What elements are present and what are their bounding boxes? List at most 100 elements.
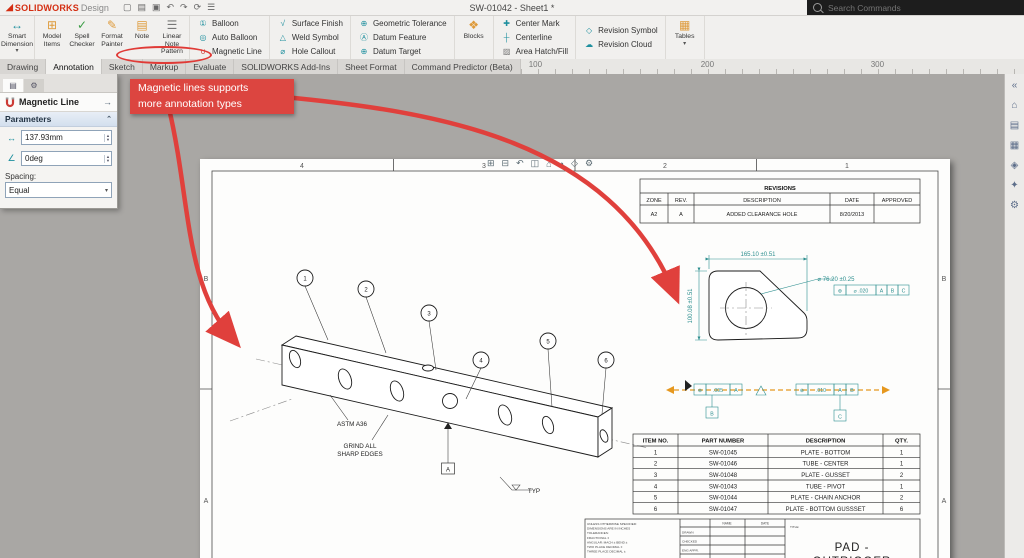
tab-annotation[interactable]: Annotation [46,59,102,74]
feature-control-frame[interactable]: ⊕ ⌀ .020 A B C [834,285,909,295]
angle-spinner[interactable]: ▲▼ [104,155,111,163]
model-items-button[interactable]: ⊞ Model Items [37,16,67,58]
balloon-button[interactable]: ① Balloon [194,17,265,30]
magnetic-line-row[interactable]: ⊕ .005 A ⊕ .010 A B [666,380,890,421]
drawing-sheet[interactable]: .ln{stroke:#4a4a4a;stroke-width:0.8;fill… [200,159,950,558]
height-dimension[interactable]: 100.08 ±0.51 [688,288,694,324]
tab-drawing[interactable]: Drawing [0,59,46,74]
file-explorer-icon[interactable]: ▦ [1010,140,1019,151]
tab-evaluate[interactable]: Evaluate [186,59,234,74]
gdt-frame-left[interactable]: ⊕ .005 A [694,384,742,395]
spell-checker-button[interactable]: ✓ Spell Checker [67,16,97,58]
custom-properties-icon[interactable]: ⚙ [1010,200,1019,211]
undo-icon[interactable]: ↶ [166,2,174,13]
graphics-area[interactable]: .ln{stroke:#4a4a4a;stroke-width:0.8;fill… [0,74,1005,558]
hide-show-items-icon[interactable]: ◇ [571,158,578,169]
rebuild-icon[interactable]: ⟳ [194,2,202,13]
auto-balloon-button[interactable]: ◎ Auto Balloon [194,31,265,44]
centerline-button[interactable]: ┼ Centerline [498,31,571,44]
configuration-tab[interactable]: ⚙ [24,79,44,92]
tab-sheet-format[interactable]: Sheet Format [338,59,405,74]
detail-view[interactable]: 165.10 ±0.51 100.08 ±0.51 ⌀ 76.20 ±0.25 [688,252,909,340]
revision-symbol-button[interactable]: ◇ Revision Symbol [580,24,661,37]
save-icon[interactable]: ▣ [152,2,161,13]
geometric-tolerance-button[interactable]: ⊕ Geometric Tolerance [355,17,450,30]
magnetic-line-arrow-icon [882,386,890,394]
tables-button[interactable]: ▦ Tables ▾ [668,16,702,58]
view-orientation-icon[interactable]: ⌂ [546,159,551,169]
property-manager-tab[interactable]: ▤ [3,79,23,92]
linear-note-pattern-button[interactable]: ☰ Linear Note Pattern [157,16,187,58]
datum-target-button[interactable]: ⊕ Datum Target [355,45,450,58]
bom-cell: TUBE - PIVOT [806,484,846,490]
collapse-pane-icon[interactable]: « [1012,80,1018,91]
bom-header: ITEM NO. [643,439,669,445]
weld-symbol-button[interactable]: △ Weld Symbol [274,31,346,44]
parameters-section-header[interactable]: Parameters ⌃ [0,112,117,127]
zoom-fit-icon[interactable]: ⊞ [487,158,495,169]
angle-input[interactable]: 0deg ▲▼ [21,151,112,166]
task-pane: « ⌂ ▤ ▦ ◈ ✦ ⚙ [1004,74,1024,558]
bom-table[interactable]: ITEM NO. PART NUMBER DESCRIPTION QTY. 1 … [633,434,920,514]
tab-command-predictor[interactable]: Command Predictor (Beta) [405,59,521,74]
width-dimension[interactable]: 165.10 ±0.51 [741,252,777,258]
design-library-icon[interactable]: ▤ [1010,120,1019,131]
help-arrow-icon[interactable]: → [103,97,112,107]
bom-cell: SW-01048 [709,473,738,479]
options-icon[interactable]: ☰ [207,2,215,13]
format-painter-button[interactable]: ✎ Format Painter [97,16,127,58]
fcf-value: .010 [816,388,826,394]
display-style-icon[interactable]: ◔ [559,159,564,169]
redo-icon[interactable]: ↷ [180,2,188,13]
center-mark-icon: ✚ [501,19,513,28]
hole-dimension[interactable]: ⌀ 76.20 ±0.25 [818,277,856,283]
balloon-label: Balloon [212,19,239,28]
hole-callout-button[interactable]: ⌀ Hole Callout [274,45,346,58]
surface-finish-button[interactable]: √ Surface Finish [274,17,346,30]
zoom-area-icon[interactable]: ⊟ [502,158,510,169]
resources-icon[interactable]: ⌂ [1011,100,1017,111]
section-view-icon[interactable]: ◫ [531,158,540,169]
tolerance-note: DIMENSIONS ARE IN INCHES [587,527,630,531]
revision-cloud-button[interactable]: ☁ Revision Cloud [580,38,661,51]
datum-flag-c[interactable]: C [834,395,846,421]
smart-dimension-button[interactable]: ↔ Smart Dimension ▾ [2,16,32,58]
length-input[interactable]: 137.93mm ▲▼ [21,130,112,145]
view-settings-icon[interactable]: ⚙ [585,158,593,169]
tab-sketch[interactable]: Sketch [102,59,143,74]
revisions-table[interactable]: REVISIONS ZONE REV. DESCRIPTION DATE APP… [640,179,920,223]
length-spinner[interactable]: ▲▼ [104,134,111,142]
view-palette-icon[interactable]: ◈ [1011,160,1019,171]
fcf-datum: A [880,289,884,295]
isometric-view[interactable]: 1 2 3 4 5 6 A [230,270,648,495]
appearances-icon[interactable]: ✦ [1010,180,1018,191]
area-hatch-fill-button[interactable]: ▨ Area Hatch/Fill [498,45,571,58]
datum-flag-b[interactable]: B [706,395,718,418]
datum-feature-icon: Ⓐ [358,32,370,43]
rev-header: DATE [845,198,860,204]
tab-solidworks-addins[interactable]: SOLIDWORKS Add-Ins [234,59,338,74]
datum-feature-button[interactable]: Ⓐ Datum Feature [355,31,450,44]
tolerance-note: UNLESS OTHERWISE SPECIFIED: [587,522,637,526]
spacing-dropdown[interactable]: Equal ▾ [5,182,112,198]
note-text: TYP [528,488,540,495]
center-mark-button[interactable]: ✚ Center Mark [498,17,571,30]
angle-icon: ∠ [5,153,18,164]
titlebar: ◢ SOLIDWORKS Design ▢ ▤ ▣ ↶ ↷ ⟳ ☰ SW-010… [0,0,1024,16]
typ-note[interactable]: TYP [500,477,540,495]
magnetic-line-button[interactable]: ∪ Magnetic Line [194,45,265,58]
datum-label: B [710,412,714,418]
new-file-icon[interactable]: ▢ [123,2,132,13]
tab-markup[interactable]: Markup [143,59,186,74]
blocks-button[interactable]: ❖ Blocks [457,16,491,58]
date-header: DATE [761,522,769,526]
search-input[interactable] [826,2,980,14]
geometric-tolerance-label: Geometric Tolerance [373,19,447,28]
datum-flag-a[interactable]: A [442,423,455,475]
dropdown-arrow-icon: ▾ [15,48,18,56]
open-file-icon[interactable]: ▤ [137,2,146,13]
previous-view-icon[interactable]: ↶ [516,158,524,169]
search-bar [807,0,1024,15]
magnet-icon [5,97,15,108]
note-button[interactable]: ▤ Note [127,16,157,58]
